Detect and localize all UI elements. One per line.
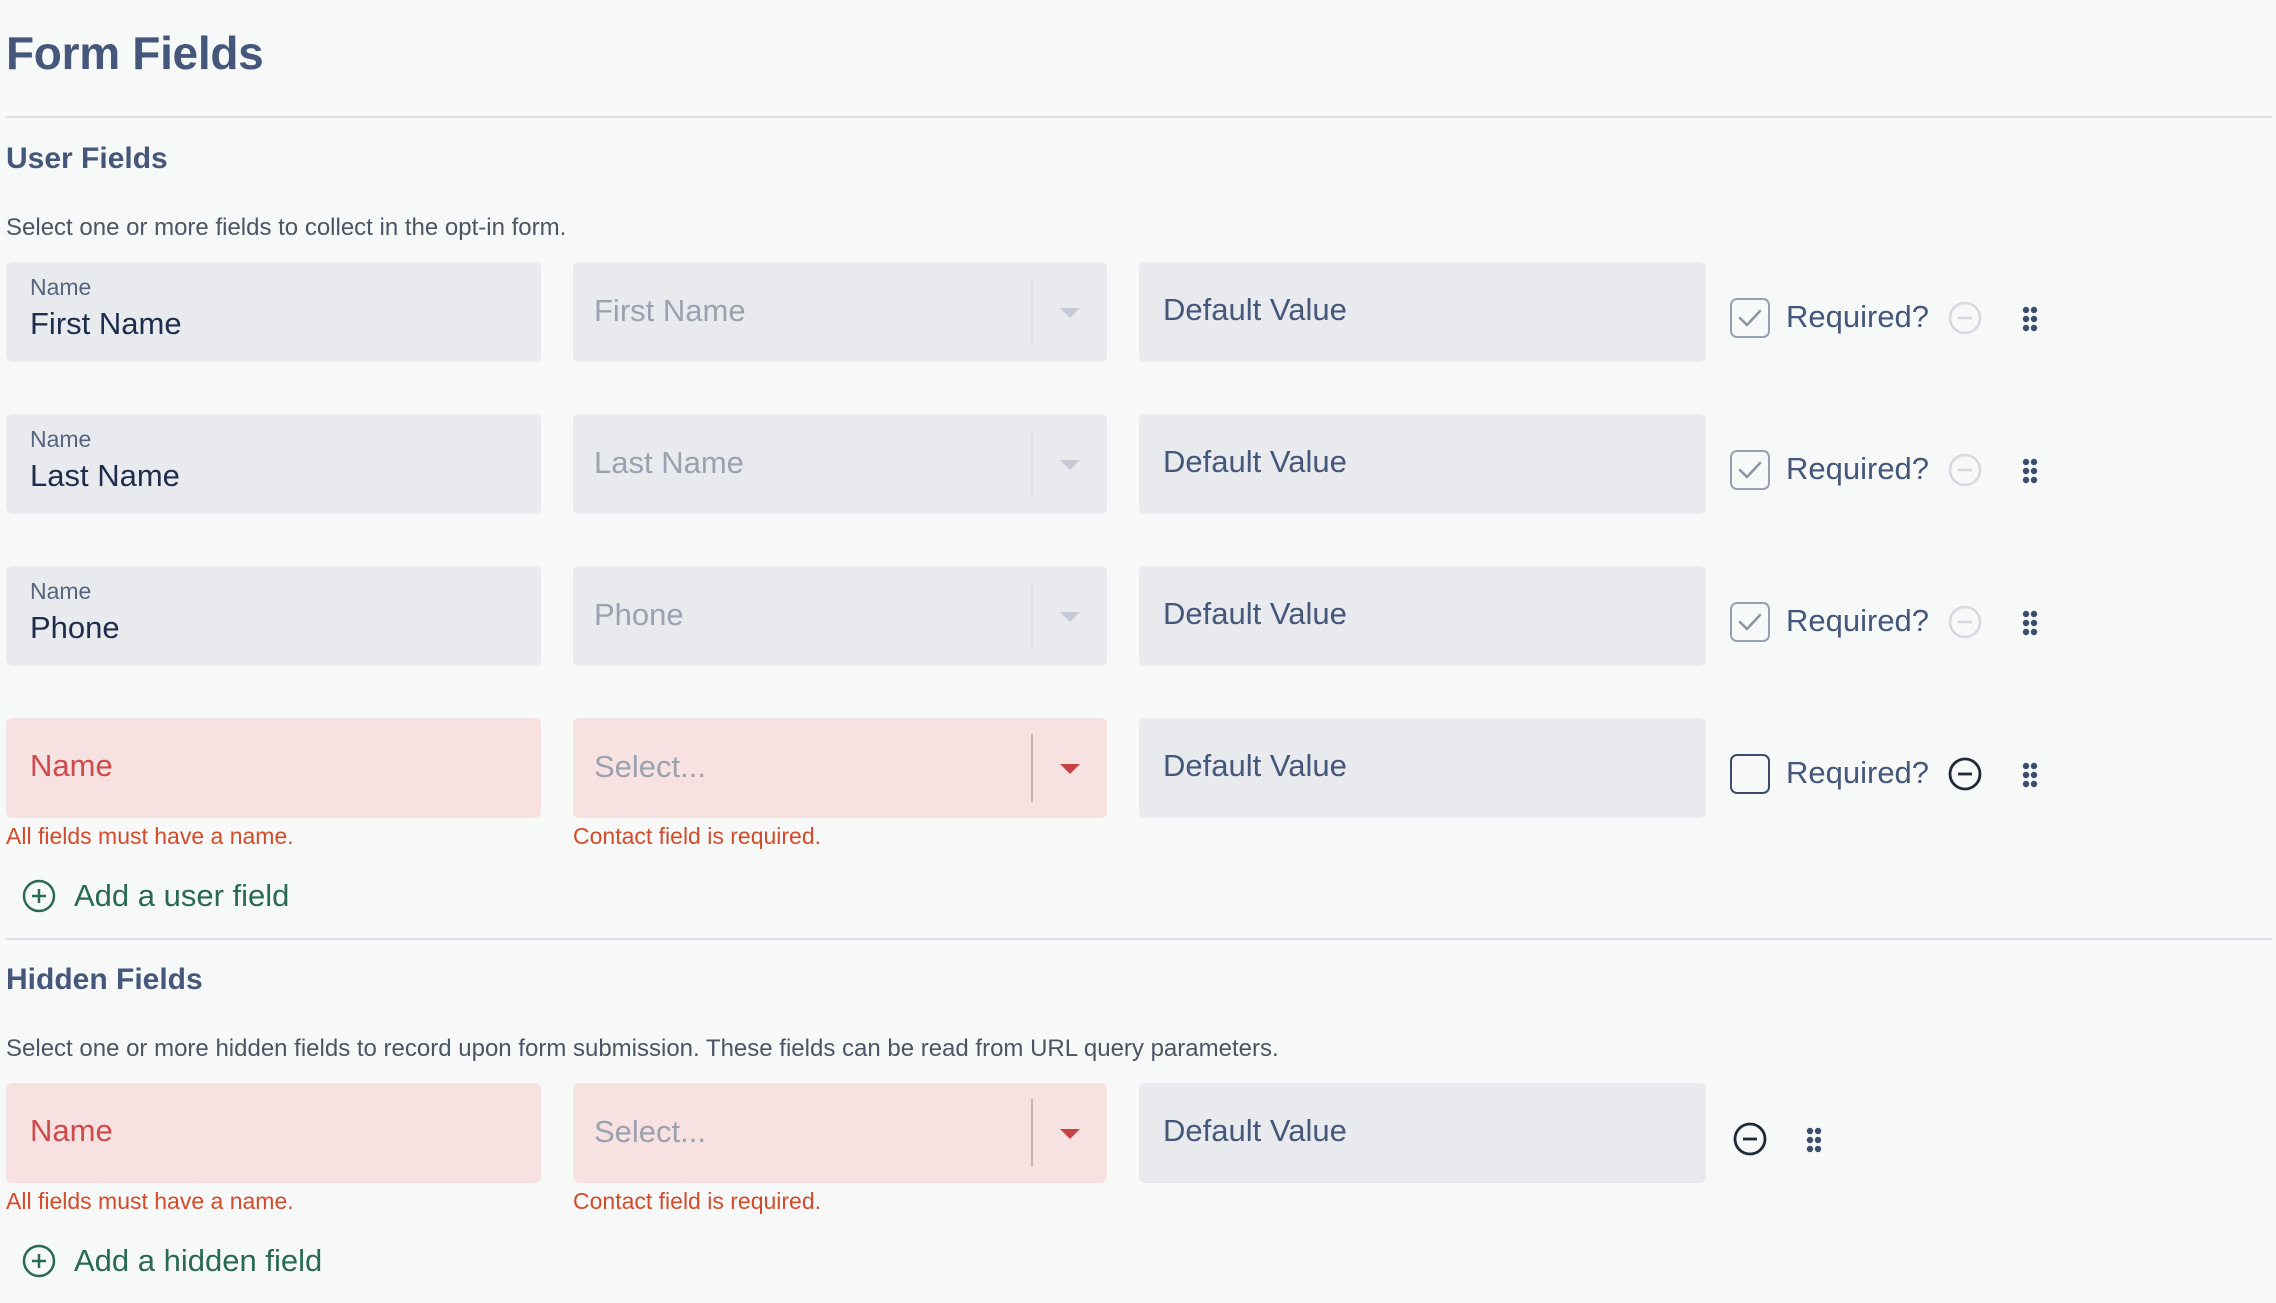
minus-circle-icon[interactable]	[1948, 301, 1982, 335]
chevron-down-icon	[1060, 1129, 1080, 1139]
name-value: Last Name	[30, 458, 180, 493]
required-label: Required?	[1786, 755, 1930, 790]
contact-field-select[interactable]: Select...	[573, 718, 1107, 818]
name-label: Name	[30, 578, 92, 604]
hidden-field-name-input[interactable]: Name	[6, 1083, 541, 1183]
default-value-input[interactable]: Default Value	[1139, 566, 1706, 666]
drag-handle-icon[interactable]	[2022, 610, 2038, 636]
select-separator	[1031, 430, 1033, 498]
name-error-message: All fields must have a name.	[6, 1188, 294, 1214]
check-icon	[1738, 461, 1762, 479]
select-separator	[1031, 1099, 1033, 1167]
required-checkbox[interactable]	[1730, 298, 1770, 338]
minus-circle-icon[interactable]	[1948, 453, 1982, 487]
user-fields-title: User Fields	[6, 142, 168, 175]
name-label: Name	[30, 274, 92, 300]
name-value: First Name	[30, 306, 182, 341]
select-value: Phone	[594, 597, 684, 632]
name-label: Name	[30, 426, 92, 452]
hidden-fields-title: Hidden Fields	[6, 963, 203, 996]
minus-circle-icon[interactable]	[1733, 1122, 1767, 1156]
chevron-down-icon	[1060, 764, 1080, 774]
divider	[6, 938, 2272, 940]
name-error-message: All fields must have a name.	[6, 823, 294, 849]
user-field-name-input[interactable]: Name First Name	[6, 262, 541, 362]
add-user-field-label: Add a user field	[74, 878, 290, 913]
minus-circle-icon[interactable]	[1948, 605, 1982, 639]
select-separator	[1031, 734, 1033, 802]
required-label: Required?	[1786, 299, 1930, 334]
required-label: Required?	[1786, 451, 1930, 486]
minus-circle-icon[interactable]	[1948, 757, 1982, 791]
contact-error-message: Contact field is required.	[573, 1188, 822, 1214]
required-checkbox[interactable]	[1730, 754, 1770, 794]
default-value-placeholder: Default Value	[1163, 292, 1347, 327]
select-value: Last Name	[594, 445, 744, 480]
user-field-name-input[interactable]: Name Phone	[6, 566, 541, 666]
name-placeholder: Name	[30, 1113, 113, 1148]
check-icon	[1738, 613, 1762, 631]
chevron-down-icon	[1060, 612, 1080, 622]
hidden-fields-description: Select one or more hidden fields to reco…	[6, 1035, 1279, 1062]
required-checkbox[interactable]	[1730, 602, 1770, 642]
default-value-placeholder: Default Value	[1163, 444, 1347, 479]
default-value-placeholder: Default Value	[1163, 748, 1347, 783]
contact-field-select[interactable]: Last Name	[573, 414, 1107, 514]
contact-error-message: Contact field is required.	[573, 823, 822, 849]
required-checkbox[interactable]	[1730, 450, 1770, 490]
check-icon	[1738, 309, 1762, 327]
plus-circle-icon	[22, 1244, 56, 1278]
select-separator	[1031, 582, 1033, 650]
plus-circle-icon	[22, 879, 56, 913]
drag-handle-icon[interactable]	[1806, 1127, 1822, 1153]
default-value-placeholder: Default Value	[1163, 1113, 1347, 1148]
select-value: First Name	[594, 293, 746, 328]
select-separator	[1031, 278, 1033, 346]
user-field-name-input[interactable]: Name	[6, 718, 541, 818]
add-user-field-button[interactable]: Add a user field	[22, 878, 289, 914]
name-value: Phone	[30, 610, 120, 645]
contact-field-select[interactable]: First Name	[573, 262, 1107, 362]
contact-field-select[interactable]: Select...	[573, 1083, 1107, 1183]
user-field-name-input[interactable]: Name Last Name	[6, 414, 541, 514]
divider	[6, 116, 2272, 118]
page-title: Form Fields	[6, 27, 264, 79]
select-placeholder: Select...	[594, 1114, 706, 1149]
default-value-placeholder: Default Value	[1163, 596, 1347, 631]
add-hidden-field-button[interactable]: Add a hidden field	[22, 1243, 322, 1279]
drag-handle-icon[interactable]	[2022, 762, 2038, 788]
form-fields-page: Form Fields User Fields Select one or mo…	[0, 0, 2276, 1303]
user-fields-description: Select one or more fields to collect in …	[6, 214, 567, 241]
contact-field-select[interactable]: Phone	[573, 566, 1107, 666]
add-hidden-field-label: Add a hidden field	[74, 1243, 323, 1278]
default-value-input[interactable]: Default Value	[1139, 1083, 1706, 1183]
name-placeholder: Name	[30, 748, 113, 783]
default-value-input[interactable]: Default Value	[1139, 262, 1706, 362]
drag-handle-icon[interactable]	[2022, 306, 2038, 332]
chevron-down-icon	[1060, 460, 1080, 470]
default-value-input[interactable]: Default Value	[1139, 414, 1706, 514]
default-value-input[interactable]: Default Value	[1139, 718, 1706, 818]
required-label: Required?	[1786, 603, 1930, 638]
chevron-down-icon	[1060, 308, 1080, 318]
drag-handle-icon[interactable]	[2022, 458, 2038, 484]
select-placeholder: Select...	[594, 749, 706, 784]
